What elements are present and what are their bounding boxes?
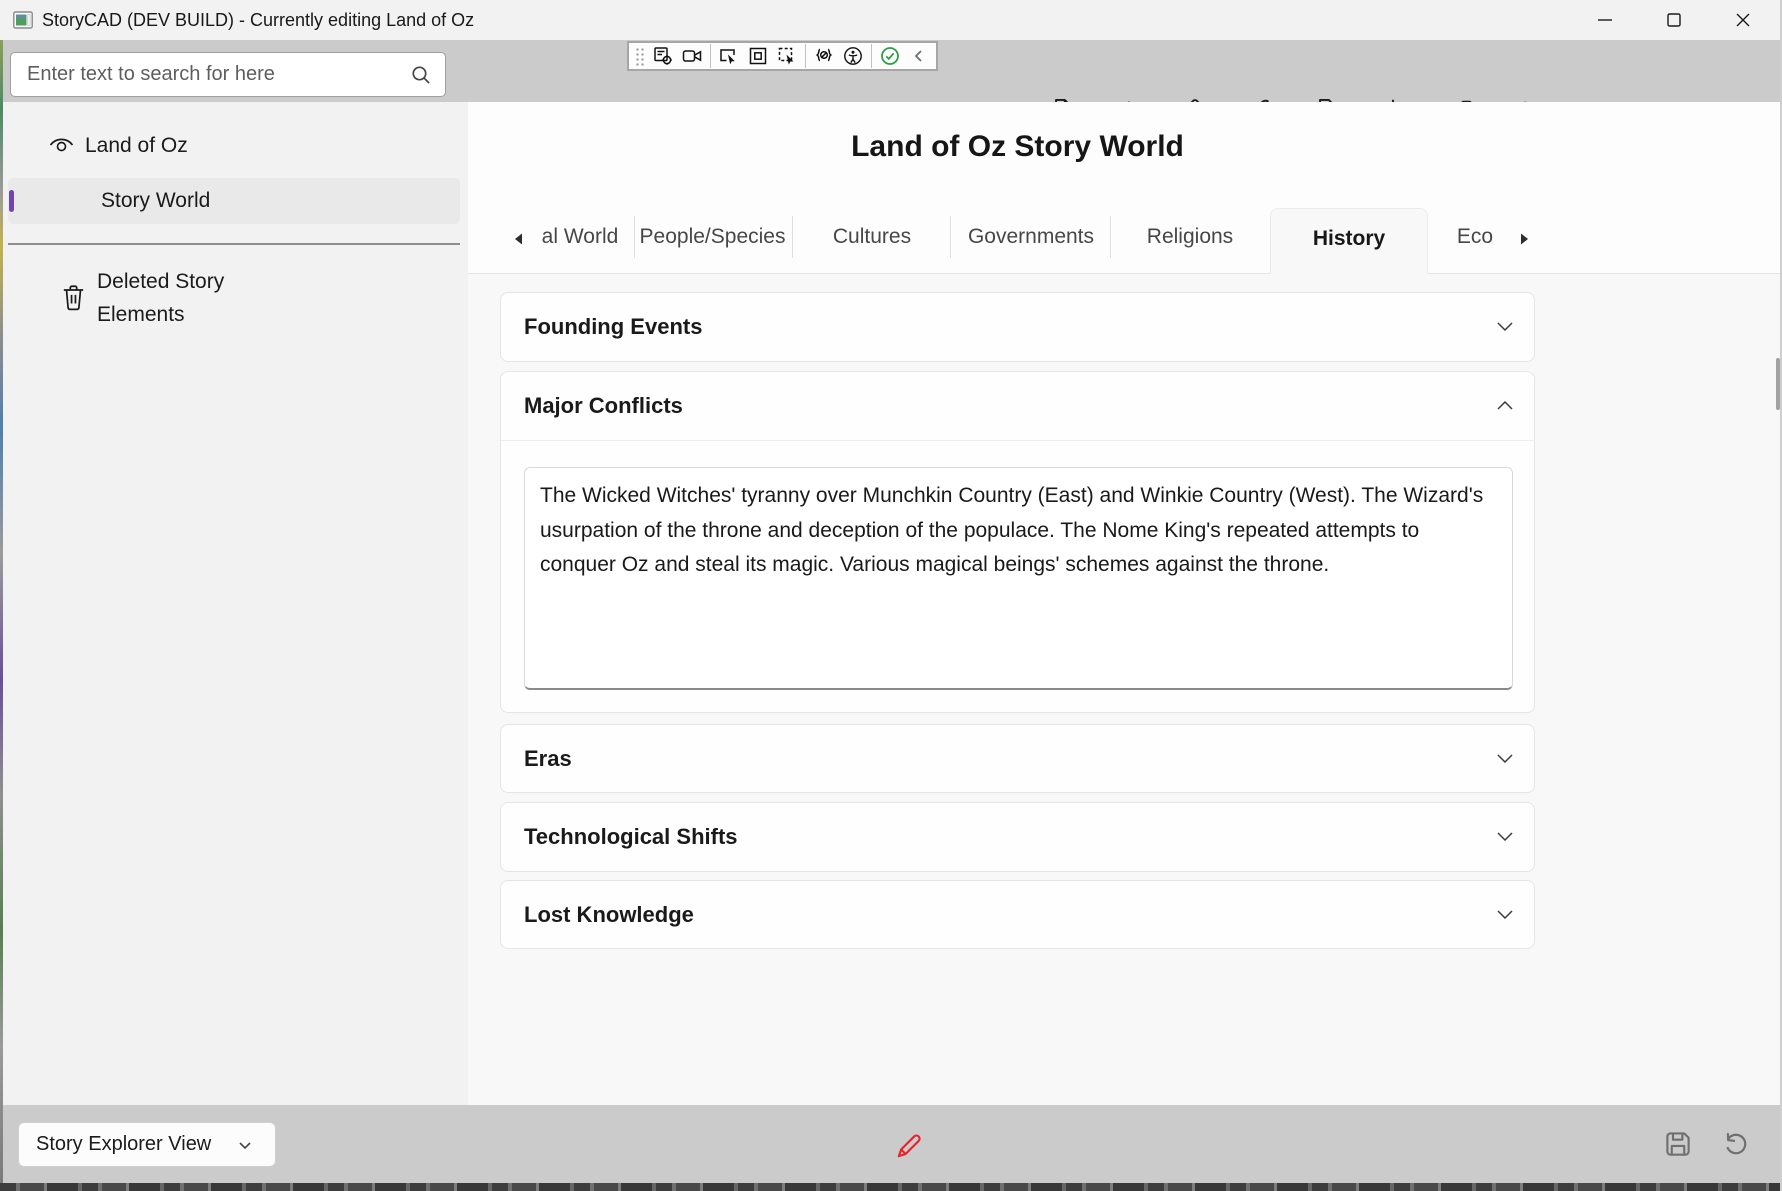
- search-icon[interactable]: [410, 64, 432, 86]
- accessibility-checker-icon[interactable]: [842, 44, 865, 68]
- section-lost-knowledge: Lost Knowledge: [500, 880, 1535, 949]
- select-element-icon[interactable]: [717, 44, 740, 68]
- sidebar-item-label: Land of Oz: [85, 124, 188, 168]
- section-technological-shifts: Technological Shifts: [500, 802, 1535, 872]
- tab-people-species[interactable]: People/Species: [636, 208, 789, 266]
- sidebar-item-land-of-oz[interactable]: Land of Oz: [0, 124, 468, 168]
- edit-pen-changed-indicator-icon: [893, 1130, 925, 1162]
- desktop-edge-sliver: [0, 40, 3, 1183]
- window-bottom-edge: [0, 1183, 1782, 1191]
- section-founding-events: Founding Events: [500, 292, 1535, 362]
- collapse-chevron-left-icon[interactable]: [908, 44, 931, 68]
- tab-governments[interactable]: Governments: [952, 208, 1110, 266]
- section-title: Lost Knowledge: [524, 881, 694, 948]
- expander-header-founding-events[interactable]: Founding Events: [501, 293, 1534, 360]
- tab-separator: [792, 216, 793, 258]
- view-selector-label: Story Explorer View: [36, 1133, 211, 1156]
- toolbar-separator: [871, 44, 872, 68]
- go-to-live-visual-tree-icon[interactable]: [651, 44, 674, 68]
- undo-icon[interactable]: [1713, 1121, 1759, 1167]
- section-eras: Eras: [500, 724, 1535, 793]
- app-icon: [13, 10, 33, 30]
- chevron-up-icon: [1497, 401, 1513, 410]
- sidebar: Land of Oz Story World Deleted Story Ele…: [0, 102, 468, 1105]
- sidebar-item-story-world[interactable]: Story World: [8, 178, 460, 224]
- window-title: StoryCAD (DEV BUILD) - Currently editing…: [42, 0, 474, 40]
- display-layout-adorners-icon[interactable]: [746, 44, 769, 68]
- expander-header-technological-shifts[interactable]: Technological Shifts: [501, 803, 1534, 870]
- section-title: Eras: [524, 725, 572, 792]
- statusbar: Story Explorer View: [0, 1105, 1782, 1183]
- expander-header-major-conflicts[interactable]: Major Conflicts: [501, 372, 1534, 439]
- expander-header-lost-knowledge[interactable]: Lost Knowledge: [501, 881, 1534, 948]
- tab-religions[interactable]: Religions: [1112, 208, 1268, 266]
- search-box: [10, 52, 446, 97]
- chevron-down-icon: [1497, 910, 1513, 919]
- trash-icon: [60, 283, 87, 311]
- section-title: Founding Events: [524, 293, 702, 360]
- expander-divider: [501, 440, 1534, 441]
- tab-separator: [950, 216, 951, 258]
- save-icon[interactable]: [1655, 1121, 1701, 1167]
- track-focused-element-icon[interactable]: [776, 44, 799, 68]
- screencast-icon[interactable]: [680, 44, 703, 68]
- overview-eye-icon: [48, 134, 75, 158]
- chevron-down-icon: [239, 1142, 251, 1150]
- tabs-scroll-right-button[interactable]: [1514, 231, 1534, 247]
- status-ok-check-icon[interactable]: [878, 44, 901, 68]
- section-title: Technological Shifts: [524, 803, 738, 870]
- page-title: Land of Oz Story World: [500, 130, 1535, 164]
- view-selector-dropdown[interactable]: Story Explorer View: [18, 1122, 276, 1167]
- chevron-down-icon: [1497, 322, 1513, 331]
- minimize-button[interactable]: [1576, 0, 1634, 40]
- toolbar-separator: [805, 44, 806, 68]
- section-title: Major Conflicts: [524, 372, 683, 439]
- tab-economy[interactable]: Eco: [1436, 208, 1514, 266]
- tab-separator: [634, 216, 635, 258]
- sidebar-item-label: Story World: [101, 178, 210, 224]
- tabs-scroll-left-button[interactable]: [508, 231, 528, 247]
- titlebar: StoryCAD (DEV BUILD) - Currently editing…: [0, 0, 1782, 40]
- chevron-down-icon: [1497, 832, 1513, 841]
- tab-separator: [1110, 216, 1111, 258]
- tab-history[interactable]: History: [1270, 208, 1428, 274]
- toolbar-separator: [710, 44, 711, 68]
- storycad-window: StoryCAD (DEV BUILD) - Currently editing…: [0, 0, 1782, 1191]
- major-conflicts-textbox[interactable]: The Wicked Witches' tyranny over Munchki…: [524, 467, 1513, 690]
- hot-reload-icon[interactable]: [812, 44, 835, 68]
- sidebar-item-label: Deleted Story Elements: [97, 265, 267, 331]
- debug-toolbar: [627, 41, 938, 71]
- tab-cultures[interactable]: Cultures: [794, 208, 950, 266]
- sidebar-divider: [8, 243, 460, 245]
- search-input[interactable]: [11, 53, 445, 96]
- tab-physical-world[interactable]: al World: [530, 208, 630, 266]
- close-button[interactable]: [1714, 0, 1772, 40]
- chevron-down-icon: [1497, 754, 1513, 763]
- maximize-button[interactable]: [1645, 0, 1703, 40]
- selection-indicator: [9, 190, 14, 212]
- toolbar: ?: [0, 40, 1782, 102]
- section-major-conflicts: Major Conflicts The Wicked Witches' tyra…: [500, 371, 1535, 713]
- drag-grip-icon[interactable]: [634, 46, 645, 66]
- expander-header-eras[interactable]: Eras: [501, 725, 1534, 792]
- sidebar-item-deleted-story-elements[interactable]: Deleted Story Elements: [0, 261, 468, 335]
